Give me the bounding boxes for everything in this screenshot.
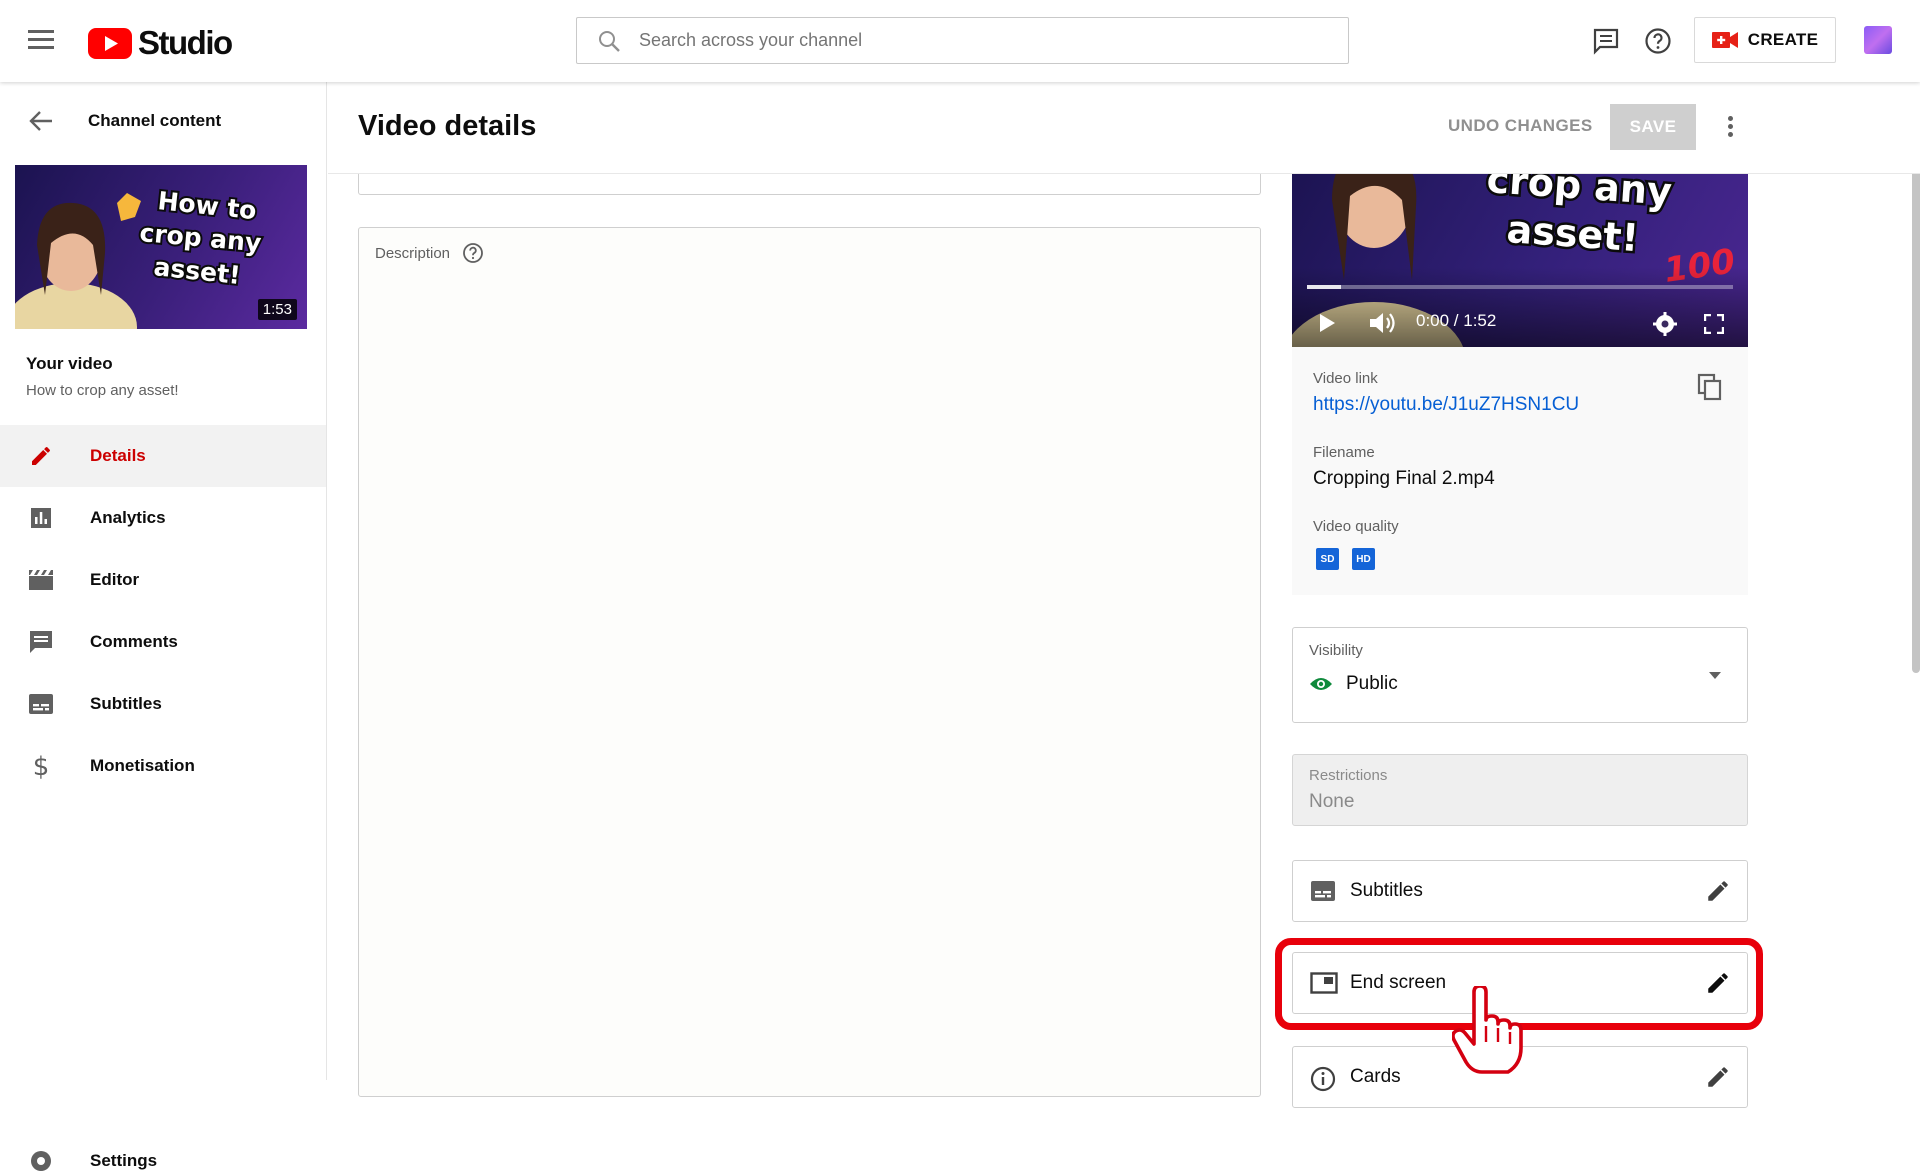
sidebar-item-settings[interactable]: Settings	[28, 1148, 157, 1174]
player-text-line-2: asset!	[1505, 207, 1640, 260]
arrow-back-icon	[29, 111, 52, 131]
fullscreen-icon[interactable]	[1704, 314, 1724, 334]
visibility-value: Public	[1346, 673, 1398, 694]
sidebar-item-comments[interactable]: Comments	[0, 611, 326, 673]
eye-icon	[1310, 678, 1332, 690]
sidebar-item-label: Monetisation	[90, 756, 195, 775]
create-button[interactable]: CREATE	[1694, 17, 1836, 63]
filename-label: Filename	[1313, 444, 1375, 461]
player-controls-shade	[1292, 267, 1748, 347]
scrollbar[interactable]	[1912, 128, 1920, 673]
visibility-label: Visibility	[1309, 642, 1363, 659]
video-link-label: Video link	[1313, 370, 1378, 387]
edit-pencil-icon[interactable]	[1705, 878, 1731, 904]
sidebar-item-label: Comments	[90, 632, 178, 651]
page-title: Video details	[358, 110, 537, 142]
quality-sd-badge: SD	[1316, 548, 1339, 570]
video-title: How to crop any asset!	[26, 382, 179, 399]
sidebar-item-label: Subtitles	[90, 694, 162, 713]
description-field[interactable]: Description	[358, 227, 1261, 1097]
video-info-card: Video link https://youtu.be/J1uZ7HSN1CU …	[1292, 347, 1748, 595]
comments-icon	[28, 629, 54, 655]
pencil-icon	[28, 443, 54, 469]
filename-value: Cropping Final 2.mp4	[1313, 468, 1495, 489]
restrictions-label: Restrictions	[1309, 767, 1388, 784]
restrictions-value: None	[1309, 791, 1355, 812]
video-quality-label: Video quality	[1313, 518, 1399, 535]
feedback-icon[interactable]	[1592, 27, 1620, 55]
progress-bar[interactable]	[1307, 285, 1733, 289]
quality-hd-badge: HD	[1352, 548, 1375, 570]
sidebar-item-label: Details	[90, 446, 146, 465]
sidebar-item-monetisation[interactable]: $ Monetisation	[0, 735, 326, 797]
sidebar-item-label: Settings	[90, 1151, 158, 1170]
visibility-select[interactable]: Visibility Public	[1292, 627, 1748, 723]
gear-icon	[31, 1151, 51, 1171]
sidebar-item-editor[interactable]: Editor	[0, 549, 326, 611]
sidebar-item-subtitles[interactable]: Subtitles	[0, 673, 326, 735]
sidebar-nav: Details Analytics Editor Comments Subtit…	[0, 425, 326, 797]
video-thumbnail[interactable]: How to crop any asset! 1:53	[15, 165, 307, 329]
play-icon[interactable]	[1318, 313, 1336, 333]
sidebar-item-label: Analytics	[90, 508, 166, 527]
copy-icon[interactable]	[1697, 373, 1723, 401]
svg-text:$: $	[33, 753, 50, 779]
time-display: 0:00 / 1:52	[1416, 311, 1497, 330]
thumb-text-line-1: How to	[156, 186, 258, 225]
progress-fill	[1307, 285, 1342, 289]
avatar[interactable]	[1864, 26, 1892, 54]
logo-text: Studio	[138, 24, 233, 61]
thumb-text-line-3: asset!	[152, 252, 242, 290]
subtitles-icon	[28, 691, 54, 717]
sidebar-item-details[interactable]: Details	[0, 425, 326, 487]
create-label: CREATE	[1747, 30, 1819, 49]
subtitles-label: Subtitles	[1350, 880, 1423, 901]
video-player[interactable]: 100 crop any asset! 0:00 / 1:52	[1292, 150, 1748, 347]
youtube-logo-icon	[88, 27, 132, 59]
video-link[interactable]: https://youtu.be/J1uZ7HSN1CU	[1313, 394, 1579, 416]
hand-pointer-icon	[1452, 986, 1523, 1074]
duration-badge: 1:53	[257, 299, 297, 320]
menu-icon[interactable]	[28, 30, 54, 50]
search-input[interactable]	[639, 30, 1299, 51]
your-video-heading: Your video	[26, 354, 113, 373]
search-bar[interactable]	[576, 17, 1349, 64]
help-icon[interactable]	[1644, 27, 1672, 55]
description-label: Description	[375, 242, 484, 264]
help-icon[interactable]	[462, 242, 484, 264]
chevron-down-icon	[1709, 672, 1721, 679]
description-label-text: Description	[375, 244, 451, 262]
subtitles-row[interactable]: Subtitles	[1292, 860, 1748, 922]
settings-gear-icon[interactable]	[1653, 312, 1677, 336]
search-icon	[599, 30, 620, 52]
sidebar-item-label: Editor	[90, 570, 140, 589]
sidebar: Channel content How to crop any asset! 1…	[0, 82, 327, 1171]
save-button[interactable]: SAVE	[1610, 104, 1696, 150]
clapperboard-icon	[28, 567, 54, 593]
info-icon	[1310, 1066, 1336, 1092]
subtitles-icon	[1311, 881, 1335, 901]
edit-pencil-icon[interactable]	[1705, 1064, 1731, 1090]
dollar-icon: $	[28, 753, 54, 779]
more-options-icon[interactable]	[1720, 112, 1740, 142]
page-header: Video details UNDO CHANGES SAVE	[328, 82, 1920, 174]
video-camera-icon	[1711, 32, 1738, 48]
restrictions-field: Restrictions None	[1292, 754, 1748, 826]
studio-logo[interactable]: Studio	[88, 24, 233, 62]
undo-changes-button[interactable]: UNDO CHANGES	[1448, 116, 1593, 136]
sidebar-item-analytics[interactable]: Analytics	[0, 487, 326, 549]
back-to-channel-content[interactable]: Channel content	[28, 110, 221, 132]
top-bar: Studio CREATE	[0, 0, 1920, 82]
volume-icon[interactable]	[1368, 311, 1396, 335]
analytics-icon	[28, 505, 54, 531]
cards-label: Cards	[1350, 1066, 1401, 1087]
back-label: Channel content	[88, 111, 222, 130]
